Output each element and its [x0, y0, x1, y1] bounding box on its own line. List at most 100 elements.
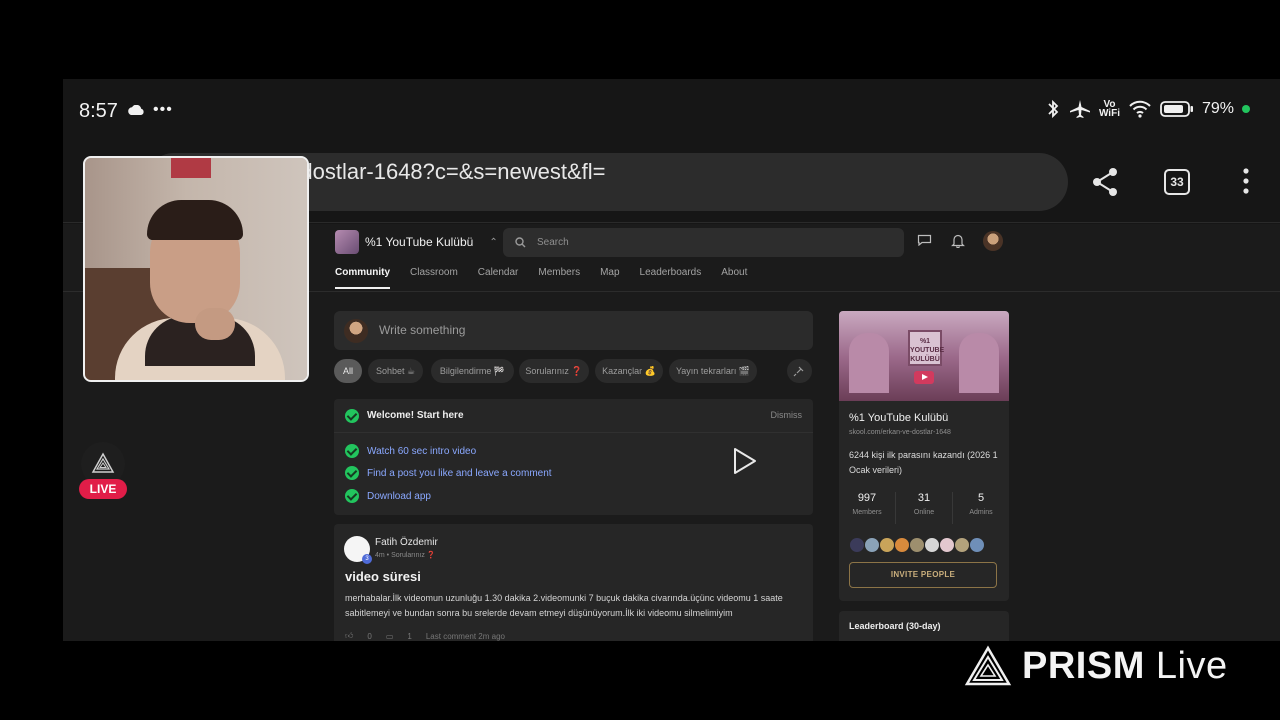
pointer-cursor-icon	[734, 448, 756, 474]
search-bar[interactable]	[503, 228, 904, 257]
tab-classroom[interactable]: Classroom	[410, 267, 458, 289]
leaderboard-card: Leaderboard (30-day)	[839, 611, 1009, 641]
stat-label: Admins	[969, 509, 993, 516]
more-notifications-icon: •••	[153, 101, 173, 118]
welcome-title: Welcome! Start here	[367, 410, 464, 421]
stat-members[interactable]: 997 Members	[839, 492, 895, 524]
group-cover-image: %1 YOUTUBE KULÜBÜ	[839, 311, 1009, 401]
category-filter: All Sohbet ☕ Bilgilendirme 🏁 Sorularınız…	[334, 359, 813, 383]
post-title[interactable]: video süresi	[345, 569, 421, 584]
member-avatar[interactable]	[864, 537, 880, 553]
prism-brand: PRISM	[1022, 644, 1145, 687]
webcam-person-hair	[147, 200, 243, 240]
stat-label: Members	[852, 509, 882, 516]
group-description: 6244 kişi ilk parasını kazandı (2026 1 O…	[849, 450, 998, 475]
cover-arch-right	[959, 333, 999, 393]
composer-placeholder: Write something	[379, 323, 466, 337]
task-download-app[interactable]: Download app	[367, 491, 431, 502]
post-composer[interactable]: Write something	[334, 311, 813, 350]
check-icon	[345, 466, 359, 480]
search-input[interactable]	[537, 228, 897, 257]
group-name: %1 YouTube Kulübü	[365, 235, 474, 249]
like-icon[interactable]: 👍︎	[345, 631, 353, 641]
group-logo	[335, 230, 359, 254]
composer-avatar	[344, 319, 368, 343]
check-icon	[345, 444, 359, 458]
stat-admins[interactable]: 5 Admins	[952, 492, 1009, 524]
dismiss-button[interactable]: Dismiss	[771, 410, 803, 420]
prism-logo-icon	[964, 645, 1012, 686]
chevron-updown-icon: ⌃	[489, 236, 498, 248]
invite-people-button[interactable]: INVITE PEOPLE	[849, 562, 997, 588]
comment-icon[interactable]: ▭	[386, 632, 394, 641]
profile-avatar[interactable]	[983, 231, 1003, 251]
vowifi-icon: Vo WiFi	[1098, 99, 1120, 119]
check-icon	[345, 409, 359, 423]
member-avatar[interactable]	[894, 537, 910, 553]
privacy-indicator-dot	[1242, 105, 1250, 113]
tab-about[interactable]: About	[721, 267, 747, 289]
stat-online[interactable]: 31 Online	[895, 492, 952, 524]
member-avatar[interactable]	[939, 537, 955, 553]
prism-suffix: Live	[1155, 644, 1228, 687]
post-card[interactable]: 3 Fatih Özdemir 4m • Sorularınız ❓ video…	[334, 524, 813, 641]
cover-sign: %1 YOUTUBE KULÜBÜ	[908, 330, 944, 366]
last-comment: Last comment 2m ago	[425, 631, 505, 641]
tab-map[interactable]: Map	[600, 267, 619, 289]
tab-leaderboards[interactable]: Leaderboards	[640, 267, 702, 289]
member-avatar[interactable]	[879, 537, 895, 553]
chip-all[interactable]: All	[334, 359, 362, 383]
post-author[interactable]: Fatih Özdemir	[375, 537, 438, 548]
prism-wordmark: PRISM Live	[1022, 645, 1228, 688]
nav-tabs: Community Classroom Calendar Members Map…	[335, 267, 747, 289]
pin-icon[interactable]	[787, 359, 812, 383]
member-avatar[interactable]	[909, 537, 925, 553]
post-meta: 4m • Sorularınız ❓	[375, 552, 436, 559]
member-avatar[interactable]	[969, 537, 985, 553]
group-url[interactable]: skool.com/erkan-ve-dostlar-1648	[849, 429, 951, 436]
clock: 8:57	[79, 100, 118, 122]
group-switcher[interactable]: %1 YouTube Kulübü ⌃	[335, 230, 498, 254]
stat-label: Online	[913, 509, 935, 516]
check-icon	[345, 489, 359, 503]
cloud-icon	[128, 105, 144, 115]
group-stats: 997 Members 31 Online 5 Admins	[839, 492, 1009, 524]
task-leave-comment[interactable]: Find a post you like and leave a comment	[367, 468, 552, 479]
chip-sorulariniz[interactable]: Sorularınız ❓	[519, 359, 589, 383]
airplane-icon	[1069, 100, 1090, 118]
group-info-card: %1 YOUTUBE KULÜBÜ %1 YouTube Kulübü skoo…	[839, 311, 1009, 601]
welcome-header: Welcome! Start here Dismiss	[334, 399, 813, 433]
bell-icon[interactable]	[951, 233, 965, 248]
youtube-play-icon	[914, 371, 934, 384]
prism-watermark: PRISM Live	[964, 641, 1228, 691]
comment-count: 1	[407, 631, 412, 641]
tab-calendar[interactable]: Calendar	[478, 267, 519, 289]
battery-icon	[1160, 101, 1193, 117]
chip-kazanclar[interactable]: Kazançlar 💰	[595, 359, 663, 383]
stat-value: 31	[917, 492, 931, 504]
group-title: %1 YouTube Kulübü	[849, 412, 949, 424]
webcam-person-hand	[195, 308, 235, 340]
chip-sohbet[interactable]: Sohbet ☕	[368, 359, 423, 383]
tab-community[interactable]: Community	[335, 267, 390, 289]
chip-bilgilendirme[interactable]: Bilgilendirme 🏁	[431, 359, 514, 383]
member-avatar[interactable]	[924, 537, 940, 553]
search-icon	[515, 237, 526, 248]
leaderboard-title: Leaderboard (30-day)	[849, 621, 941, 631]
overflow-menu-icon[interactable]	[1243, 167, 1249, 195]
stat-value: 5	[977, 492, 985, 504]
cover-arch-left	[849, 333, 889, 393]
level-badge: 3	[362, 554, 372, 564]
member-avatar[interactable]	[954, 537, 970, 553]
tab-members[interactable]: Members	[538, 267, 580, 289]
chat-icon[interactable]	[917, 234, 932, 246]
like-count: 0	[367, 631, 372, 641]
tab-switcher-button[interactable]: 33	[1164, 169, 1190, 195]
task-intro-video[interactable]: Watch 60 sec intro video	[367, 446, 476, 457]
post-footer: 👍︎ 0 ▭ 1 Last comment 2m ago	[345, 631, 505, 641]
member-avatar[interactable]	[849, 537, 865, 553]
wifi-icon	[1129, 100, 1151, 118]
status-icons: Vo WiFi 79%	[1045, 99, 1250, 119]
chip-yayin-tekrarlari[interactable]: Yayın tekrarları 🎬	[669, 359, 757, 383]
share-icon[interactable]	[1091, 167, 1119, 197]
